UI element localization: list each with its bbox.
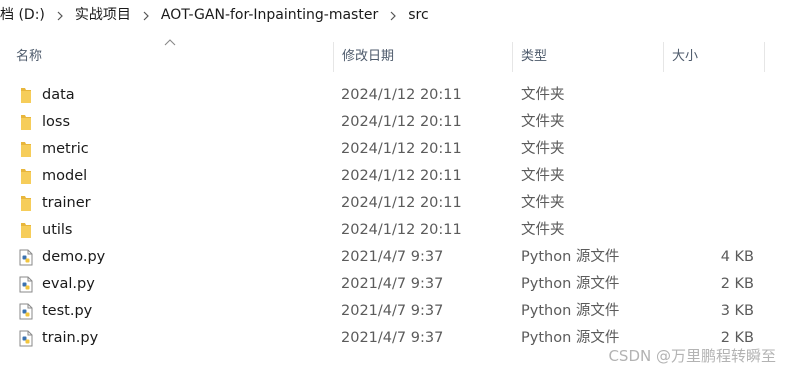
file-name: metric — [42, 141, 89, 157]
file-size — [664, 136, 754, 163]
file-explorer-window: 档 (D:) 实战项目 AOT-GAN-for-Inpainting-maste… — [0, 0, 790, 374]
file-type: 文件夹 — [521, 195, 565, 211]
file-date: 2021/4/7 9:37 — [341, 303, 444, 319]
file-row-test-py[interactable]: test.py 2021/4/7 9:37 Python 源文件 3 KB — [0, 298, 790, 325]
file-name: eval.py — [42, 276, 95, 292]
file-row-loss[interactable]: loss 2024/1/12 20:11 文件夹 — [0, 109, 790, 136]
file-size — [664, 163, 754, 190]
file-row-demo-py[interactable]: demo.py 2021/4/7 9:37 Python 源文件 4 KB — [0, 244, 790, 271]
python-file-icon — [19, 276, 33, 293]
chevron-right-icon[interactable] — [49, 0, 71, 31]
file-date: 2024/1/12 20:11 — [341, 168, 462, 184]
file-type: 文件夹 — [521, 87, 565, 103]
file-date: 2024/1/12 20:11 — [341, 141, 462, 157]
file-name: model — [42, 168, 88, 184]
column-header: 名称 修改日期 类型 大小 — [0, 42, 790, 72]
folder-icon — [21, 196, 31, 211]
file-date: 2021/4/7 9:37 — [341, 276, 444, 292]
file-type: Python 源文件 — [521, 330, 620, 346]
file-name: demo.py — [42, 249, 106, 265]
folder-icon — [21, 169, 31, 184]
file-row-metric[interactable]: metric 2024/1/12 20:11 文件夹 — [0, 136, 790, 163]
column-divider[interactable] — [764, 42, 765, 72]
file-type: 文件夹 — [521, 168, 565, 184]
python-file-icon — [19, 303, 33, 320]
folder-icon — [21, 115, 31, 130]
breadcrumb-drive[interactable]: 档 (D:) — [0, 0, 49, 31]
file-size: 2 KB — [720, 276, 754, 292]
file-row-model[interactable]: model 2024/1/12 20:11 文件夹 — [0, 163, 790, 190]
file-date: 2024/1/12 20:11 — [341, 195, 462, 211]
file-name: test.py — [42, 303, 93, 319]
file-size — [664, 217, 754, 244]
python-file-icon — [19, 330, 33, 347]
file-type: 文件夹 — [521, 222, 565, 238]
column-header-type[interactable]: 类型 — [513, 42, 663, 72]
file-type: Python 源文件 — [521, 249, 620, 265]
folder-icon — [21, 88, 31, 103]
watermark: CSDN @万里鹏程转瞬至 — [608, 347, 776, 365]
file-row-utils[interactable]: utils 2024/1/12 20:11 文件夹 — [0, 217, 790, 244]
file-row-trainer[interactable]: trainer 2024/1/12 20:11 文件夹 — [0, 190, 790, 217]
file-type: Python 源文件 — [521, 303, 620, 319]
file-type: Python 源文件 — [521, 276, 620, 292]
folder-icon — [21, 142, 31, 157]
breadcrumb-folder-repo[interactable]: AOT-GAN-for-Inpainting-master — [157, 0, 382, 31]
folder-icon — [21, 223, 31, 238]
file-list: data 2024/1/12 20:11 文件夹 loss 2024/1/12 … — [0, 82, 790, 352]
file-date: 2021/4/7 9:37 — [341, 249, 444, 265]
file-date: 2024/1/12 20:11 — [341, 87, 462, 103]
column-header-date[interactable]: 修改日期 — [334, 42, 512, 72]
breadcrumb: 档 (D:) 实战项目 AOT-GAN-for-Inpainting-maste… — [0, 0, 790, 31]
file-size — [664, 109, 754, 136]
column-header-name[interactable]: 名称 — [8, 42, 333, 72]
file-name: trainer — [42, 195, 91, 211]
file-date: 2024/1/12 20:11 — [341, 222, 462, 238]
python-file-icon — [19, 249, 33, 266]
file-name: loss — [42, 114, 71, 130]
file-size: 3 KB — [720, 303, 754, 319]
file-type: 文件夹 — [521, 141, 565, 157]
file-row-data[interactable]: data 2024/1/12 20:11 文件夹 — [0, 82, 790, 109]
breadcrumb-folder-projects[interactable]: 实战项目 — [71, 0, 135, 31]
column-header-size[interactable]: 大小 — [664, 42, 764, 72]
file-name: train.py — [42, 330, 99, 346]
file-name: data — [42, 87, 75, 103]
file-type: 文件夹 — [521, 114, 565, 130]
file-date: 2024/1/12 20:11 — [341, 114, 462, 130]
file-size — [664, 82, 754, 109]
chevron-right-icon[interactable] — [135, 0, 157, 31]
file-size: 4 KB — [720, 249, 754, 265]
chevron-right-icon[interactable] — [382, 0, 404, 31]
file-name: utils — [42, 222, 73, 238]
file-size — [664, 190, 754, 217]
file-row-eval-py[interactable]: eval.py 2021/4/7 9:37 Python 源文件 2 KB — [0, 271, 790, 298]
file-date: 2021/4/7 9:37 — [341, 330, 444, 346]
breadcrumb-folder-src[interactable]: src — [404, 0, 432, 31]
